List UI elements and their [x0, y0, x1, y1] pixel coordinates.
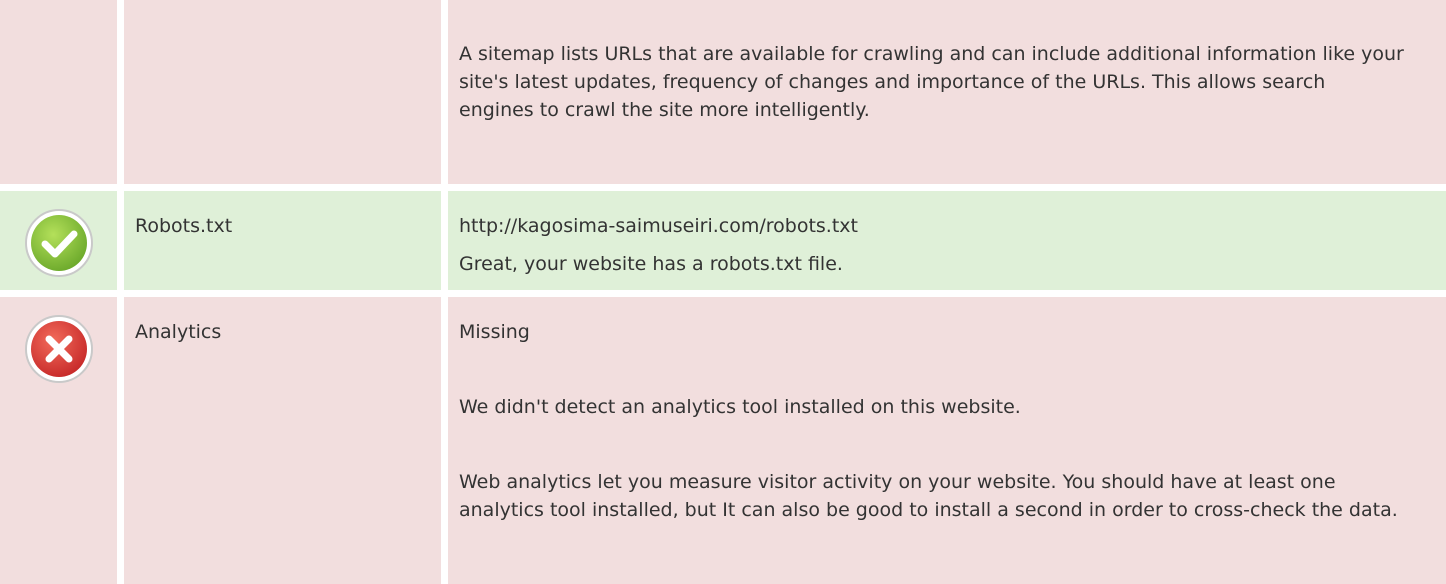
- result-row-analytics: Analytics Missing We didn't detect an an…: [0, 297, 1446, 584]
- robots-url: http://kagosima-saimuseiri.com/robots.tx…: [459, 215, 858, 237]
- status-cell: [0, 0, 117, 184]
- label-cell: [124, 0, 441, 184]
- value-cell: Missing We didn't detect an analytics to…: [448, 297, 1446, 584]
- result-row-robots: Robots.txt http://kagosima-saimuseiri.co…: [0, 191, 1446, 290]
- check-label: Robots.txt: [135, 215, 233, 237]
- status-cell: [0, 191, 117, 290]
- sitemap-description: A sitemap lists URLs that are available …: [459, 43, 1404, 121]
- seo-results-table: A sitemap lists URLs that are available …: [0, 0, 1446, 584]
- analytics-description: Web analytics let you measure visitor ac…: [459, 471, 1398, 521]
- status-cell: [0, 297, 117, 584]
- label-cell: Robots.txt: [124, 191, 441, 290]
- robots-result: Great, your website has a robots.txt fil…: [459, 253, 843, 275]
- label-cell: Analytics: [124, 297, 441, 584]
- check-label: Analytics: [135, 321, 222, 343]
- cross-icon: [25, 315, 93, 383]
- value-cell: http://kagosima-saimuseiri.com/robots.tx…: [448, 191, 1446, 290]
- analytics-status: Missing: [459, 321, 530, 343]
- result-row-sitemap: A sitemap lists URLs that are available …: [0, 0, 1446, 184]
- check-icon: [25, 209, 93, 277]
- value-cell: A sitemap lists URLs that are available …: [448, 0, 1446, 184]
- analytics-result: We didn't detect an analytics tool insta…: [459, 396, 1021, 418]
